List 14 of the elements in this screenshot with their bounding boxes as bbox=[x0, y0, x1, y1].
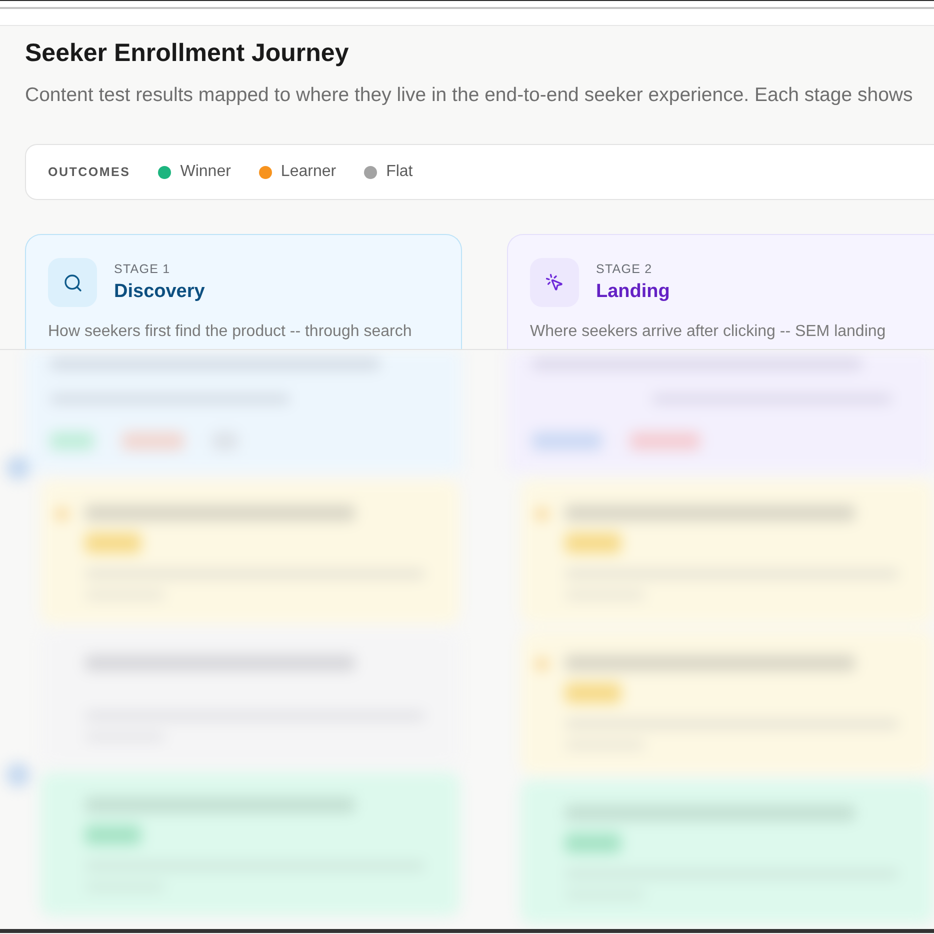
legend-item-label: Winner bbox=[180, 162, 231, 182]
stage-description: Where seekers arrive after clicking -- SEM landing bbox=[530, 322, 886, 342]
page-subtitle: Content test results mapped to where they live in the end-to-end seeker experience. Each stage shows bbox=[25, 83, 913, 107]
legend-item-label: Flat bbox=[386, 162, 413, 182]
page-title: Seeker Enrollment Journey bbox=[25, 38, 349, 68]
stage-title: Landing bbox=[596, 280, 670, 304]
search-icon bbox=[48, 258, 97, 307]
stage-label: STAGE 1 bbox=[114, 261, 170, 277]
stage-description: How seekers first find the product -- through search bbox=[48, 322, 412, 342]
legend-label: OUTCOMES bbox=[48, 164, 130, 181]
stage-label: STAGE 2 bbox=[596, 261, 652, 277]
pointer-click-icon bbox=[530, 258, 579, 307]
legend-item-label: Learner bbox=[280, 162, 336, 182]
stage-title: Discovery bbox=[114, 280, 205, 304]
